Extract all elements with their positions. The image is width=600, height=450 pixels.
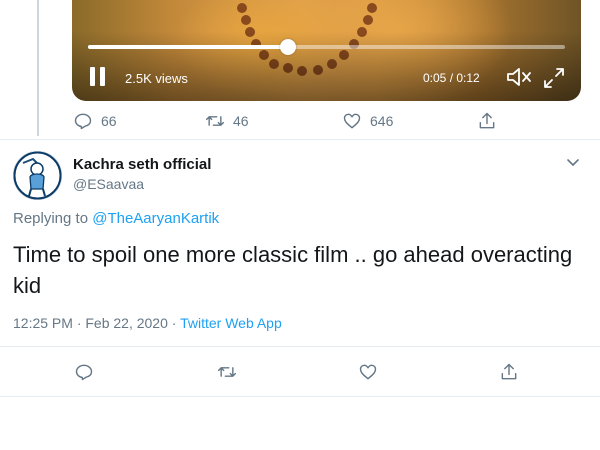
like-count: 646	[370, 113, 394, 129]
tweet-divider	[0, 396, 600, 397]
video-progress-fill	[88, 45, 289, 49]
reply-icon	[75, 364, 93, 381]
retweet-count: 46	[233, 113, 249, 129]
video-progress-bar[interactable]	[88, 39, 565, 55]
tweet-divider	[0, 346, 600, 347]
video-view-count: 2.5K views	[125, 71, 188, 86]
avatar-image	[13, 151, 62, 200]
reply-icon	[74, 113, 92, 130]
thread-connector-line	[37, 0, 39, 136]
replying-to: Replying to @TheAaryanKartik	[13, 210, 219, 227]
retweet-button[interactable]	[217, 362, 237, 382]
retweet-icon	[217, 367, 237, 377]
like-button[interactable]: 646	[342, 111, 393, 131]
tweet-text: Time to spoil one more classic film .. g…	[13, 242, 573, 298]
share-button[interactable]	[499, 362, 519, 382]
reply-button[interactable]	[74, 362, 94, 382]
retweet-icon	[205, 116, 225, 126]
retweet-button[interactable]: 46	[205, 111, 249, 131]
replying-to-link[interactable]: @TheAaryanKartik	[92, 210, 219, 227]
avatar[interactable]	[13, 151, 62, 200]
reply-button[interactable]: 66	[73, 111, 117, 131]
video-player[interactable]: 2.5K views 0:05 / 0:12	[72, 0, 581, 101]
share-icon	[501, 363, 517, 380]
tweet-metadata: 12:25 PM · Feb 22, 2020 · Twitter Web Ap…	[13, 315, 282, 331]
video-time: 0:05 / 0:12	[423, 71, 480, 85]
display-name[interactable]: Kachra seth official	[73, 156, 211, 173]
like-button[interactable]	[358, 362, 378, 382]
video-controls-overlay	[72, 31, 581, 101]
heart-icon	[343, 113, 361, 129]
heart-icon	[359, 364, 377, 380]
user-handle[interactable]: @ESaavaa	[73, 176, 144, 192]
reply-count: 66	[101, 113, 117, 129]
share-button[interactable]	[477, 111, 497, 131]
chevron-down-icon[interactable]	[565, 154, 581, 170]
replying-to-prefix: Replying to	[13, 210, 93, 227]
tweet-timestamp[interactable]: 12:25 PM · Feb 22, 2020 ·	[13, 315, 180, 331]
pause-icon[interactable]	[89, 67, 107, 87]
share-icon	[479, 112, 495, 129]
fullscreen-icon[interactable]	[542, 66, 566, 90]
tweet-source-link[interactable]: Twitter Web App	[180, 315, 282, 331]
tweet-divider	[0, 139, 600, 140]
mute-icon[interactable]	[506, 66, 532, 88]
